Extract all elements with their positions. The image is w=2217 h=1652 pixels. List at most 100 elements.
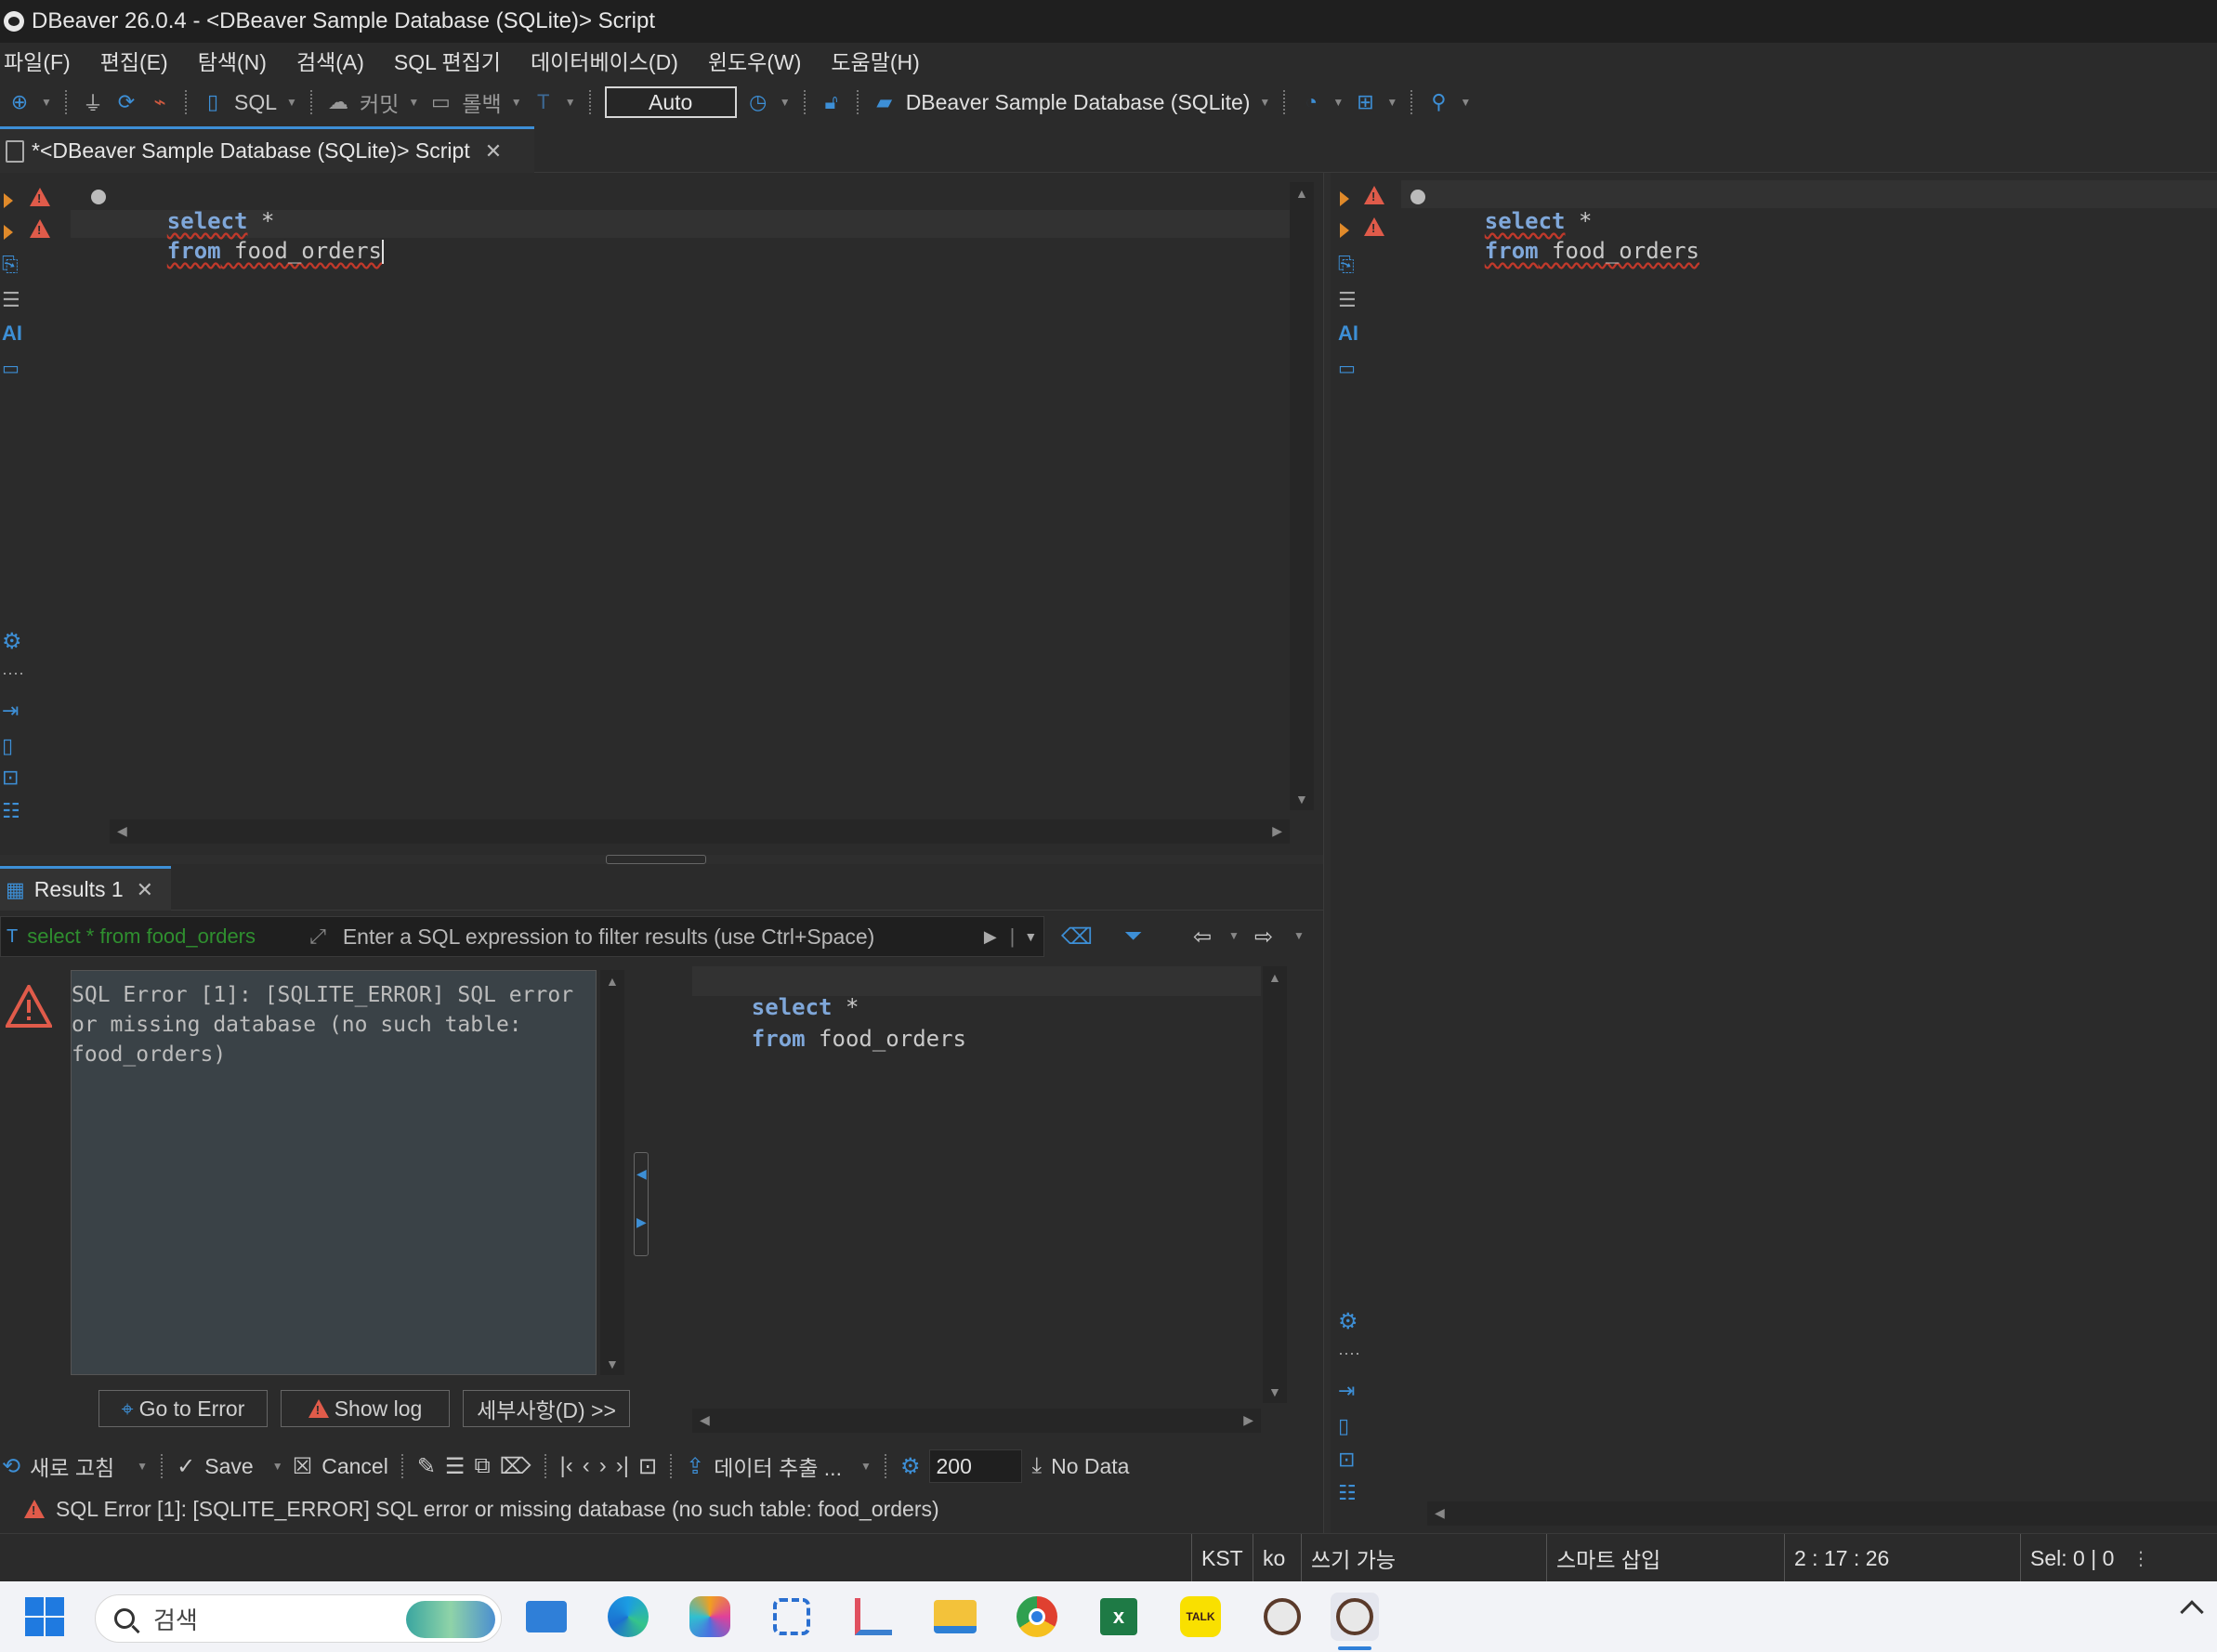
apply-filter-icon[interactable]: ▶ (984, 927, 997, 947)
export-data-icon[interactable]: ⇪ (686, 1453, 704, 1480)
preview-horizontal-scrollbar[interactable]: ◀ ▶ (692, 1409, 1261, 1433)
chevron-down-icon[interactable]: ▼ (1386, 96, 1397, 109)
delete-row-icon[interactable]: ⌦ (500, 1453, 531, 1480)
settings-gear-icon[interactable]: ⚙ (1338, 1308, 1358, 1335)
variables-icon[interactable]: ⊡ (1338, 1448, 1355, 1472)
go-to-error-button[interactable]: ⌖ Go to Error (98, 1390, 268, 1427)
chevron-down-icon[interactable]: ▼ (511, 96, 522, 109)
eraser-icon[interactable]: ⌫ (1061, 924, 1093, 951)
schema-icon[interactable]: ⊞ (1353, 90, 1377, 114)
last-page-icon[interactable]: ›| (616, 1453, 629, 1479)
filter-icon[interactable]: ⏷ (1124, 924, 1142, 950)
chevron-down-icon[interactable]: ▼ (1460, 96, 1471, 109)
rollback-button[interactable]: 롤백 (462, 86, 501, 118)
reconnect-icon[interactable]: ⟳ (114, 90, 138, 114)
edit-row-icon[interactable]: ✎ (417, 1453, 436, 1480)
menu-file[interactable]: 파일(F) (0, 45, 74, 76)
variables-icon[interactable]: ⊡ (2, 766, 19, 790)
terminal-icon[interactable]: ▭ (1338, 357, 1356, 380)
tab-sql-script[interactable]: *<DBeaver Sample Database (SQLite)> Scri… (0, 126, 534, 173)
chevron-down-icon[interactable]: ▼ (780, 96, 791, 109)
editor-horizontal-scrollbar[interactable]: ◀ (1427, 1501, 2217, 1526)
terminal-icon[interactable]: ▭ (2, 357, 20, 380)
error-message-box[interactable]: SQL Error [1]: [SQLITE_ERROR] SQL error … (71, 970, 597, 1375)
connect-icon[interactable]: ⏚ (81, 90, 105, 115)
chevron-down-icon[interactable]: ▼ (286, 96, 297, 109)
editor-vertical-splitter[interactable] (1323, 173, 1331, 1533)
more-icon[interactable]: ···· (2, 663, 24, 683)
forward-arrow-icon[interactable]: ⇨ (1254, 924, 1273, 951)
fold-collapse-icon[interactable] (91, 190, 106, 204)
close-icon[interactable]: ✕ (137, 878, 153, 902)
commit-button[interactable]: 커밋 (360, 86, 399, 118)
expand-icon[interactable]: ⤢ (309, 924, 326, 949)
snip-sketch-icon[interactable] (849, 1593, 898, 1641)
outline-icon[interactable]: ☷ (1338, 1481, 1357, 1505)
ai-assistant-icon[interactable]: AI (1338, 321, 1358, 346)
dashboard-icon[interactable]: ◔ (1299, 90, 1323, 114)
refresh-icon[interactable]: ⟲ (2, 1453, 20, 1480)
sql-editor-left[interactable]: select * from food_orders ⎘ ☰ AI ▭ ⚙ ···… (0, 173, 1323, 860)
next-page-icon[interactable]: › (599, 1453, 607, 1479)
status-insert-mode[interactable]: 스마트 삽입 (1546, 1534, 1784, 1582)
previous-page-icon[interactable]: ‹ (583, 1453, 590, 1479)
error-log-icon[interactable]: ▯ (1338, 1414, 1349, 1438)
save-icon[interactable]: ✓ (177, 1453, 195, 1480)
file-explorer-icon[interactable] (931, 1593, 979, 1641)
chevron-down-icon[interactable]: ▼ (1332, 96, 1344, 109)
menu-sql-editor[interactable]: SQL 편집기 (390, 45, 505, 76)
active-query-label[interactable]: select * from food_orders (27, 924, 306, 949)
export-icon[interactable]: ⇥ (2, 699, 19, 723)
preview-vertical-scrollbar[interactable]: ▲ ▼ (1263, 966, 1287, 1403)
max-rows-input[interactable]: 200 (929, 1449, 1023, 1483)
execute-line-icon[interactable] (1340, 219, 1349, 243)
edge-browser-icon[interactable] (604, 1593, 652, 1641)
error-vertical-scrollbar[interactable]: ▲ ▼ (600, 970, 624, 1375)
chevron-down-icon[interactable]: ▼ (137, 1460, 148, 1473)
menu-help[interactable]: 도움말(H) (827, 45, 923, 76)
error-log-icon[interactable]: ▯ (2, 734, 13, 758)
close-icon[interactable]: ✕ (485, 139, 502, 164)
chevron-down-icon[interactable]: ▼ (565, 96, 576, 109)
chevron-down-icon[interactable]: ▼ (1259, 96, 1270, 109)
more-options-icon[interactable]: ⋮ (2132, 1547, 2150, 1570)
chevron-down-icon[interactable]: ▼ (1228, 929, 1240, 942)
editor-horizontal-scrollbar[interactable]: ◀ ▶ (110, 819, 1290, 844)
fetch-size-icon[interactable]: ⤓ (1031, 1453, 1042, 1479)
snipping-tool-icon[interactable] (767, 1593, 816, 1641)
sql-button[interactable]: SQL (234, 90, 277, 115)
search-icon[interactable]: ⚲ (1426, 90, 1450, 114)
panel-collapse-handle[interactable]: ◀ ▶ (634, 1152, 649, 1256)
sql-editor-right[interactable]: select * from food_orders ⎘ ☰ AI ▭ ⚙ ···… (1331, 173, 2217, 1533)
excel-icon[interactable]: x (1095, 1593, 1143, 1641)
active-datasource-selector[interactable]: DBeaver Sample Database (SQLite) (906, 90, 1251, 115)
tab-results-1[interactable]: ▦ Results 1 ✕ (0, 866, 171, 911)
ai-assistant-icon[interactable]: AI (2, 321, 22, 346)
results-panel-splitter[interactable] (0, 855, 1323, 864)
show-log-button[interactable]: Show log (281, 1390, 450, 1427)
menu-search[interactable]: 검색(A) (293, 45, 368, 76)
chevron-down-icon[interactable]: ▼ (860, 1460, 872, 1473)
export-icon[interactable]: ⇥ (1338, 1379, 1355, 1403)
widgets-app-icon[interactable] (522, 1593, 571, 1641)
menu-database[interactable]: 데이터베이스(D) (527, 45, 682, 76)
export-data-button[interactable]: 데이터 추출 ... (714, 1450, 842, 1482)
disconnect-icon[interactable]: ⌁ (148, 90, 172, 114)
chevron-down-icon[interactable]: ▼ (1293, 929, 1305, 942)
sql-editor-icon[interactable]: ▯ (201, 90, 225, 114)
settings-gear-icon[interactable]: ⚙ (900, 1453, 921, 1480)
chevron-down-icon[interactable]: ▼ (272, 1460, 283, 1473)
sql-query-preview[interactable]: select * from food_orders ▲ ▼ (692, 966, 1296, 1403)
menu-navigate[interactable]: 탐색(N) (194, 45, 270, 76)
save-button[interactable]: Save (204, 1454, 253, 1479)
menu-window[interactable]: 윈도우(W) (704, 45, 806, 76)
details-button[interactable]: 세부사항(D) >> (463, 1390, 630, 1427)
filter-history-chevron-icon[interactable]: ▼ (1024, 929, 1037, 944)
outline-icon[interactable]: ☷ (2, 799, 20, 823)
execute-line-icon[interactable] (1340, 188, 1349, 212)
fetch-all-icon[interactable]: ⊡ (638, 1453, 657, 1480)
refresh-button[interactable]: 새로 고침 (30, 1450, 114, 1482)
copy-row-icon[interactable]: ⧉ (474, 1453, 490, 1479)
fold-collapse-icon[interactable] (1410, 190, 1425, 204)
settings-gear-icon[interactable]: ⚙ (2, 628, 22, 655)
